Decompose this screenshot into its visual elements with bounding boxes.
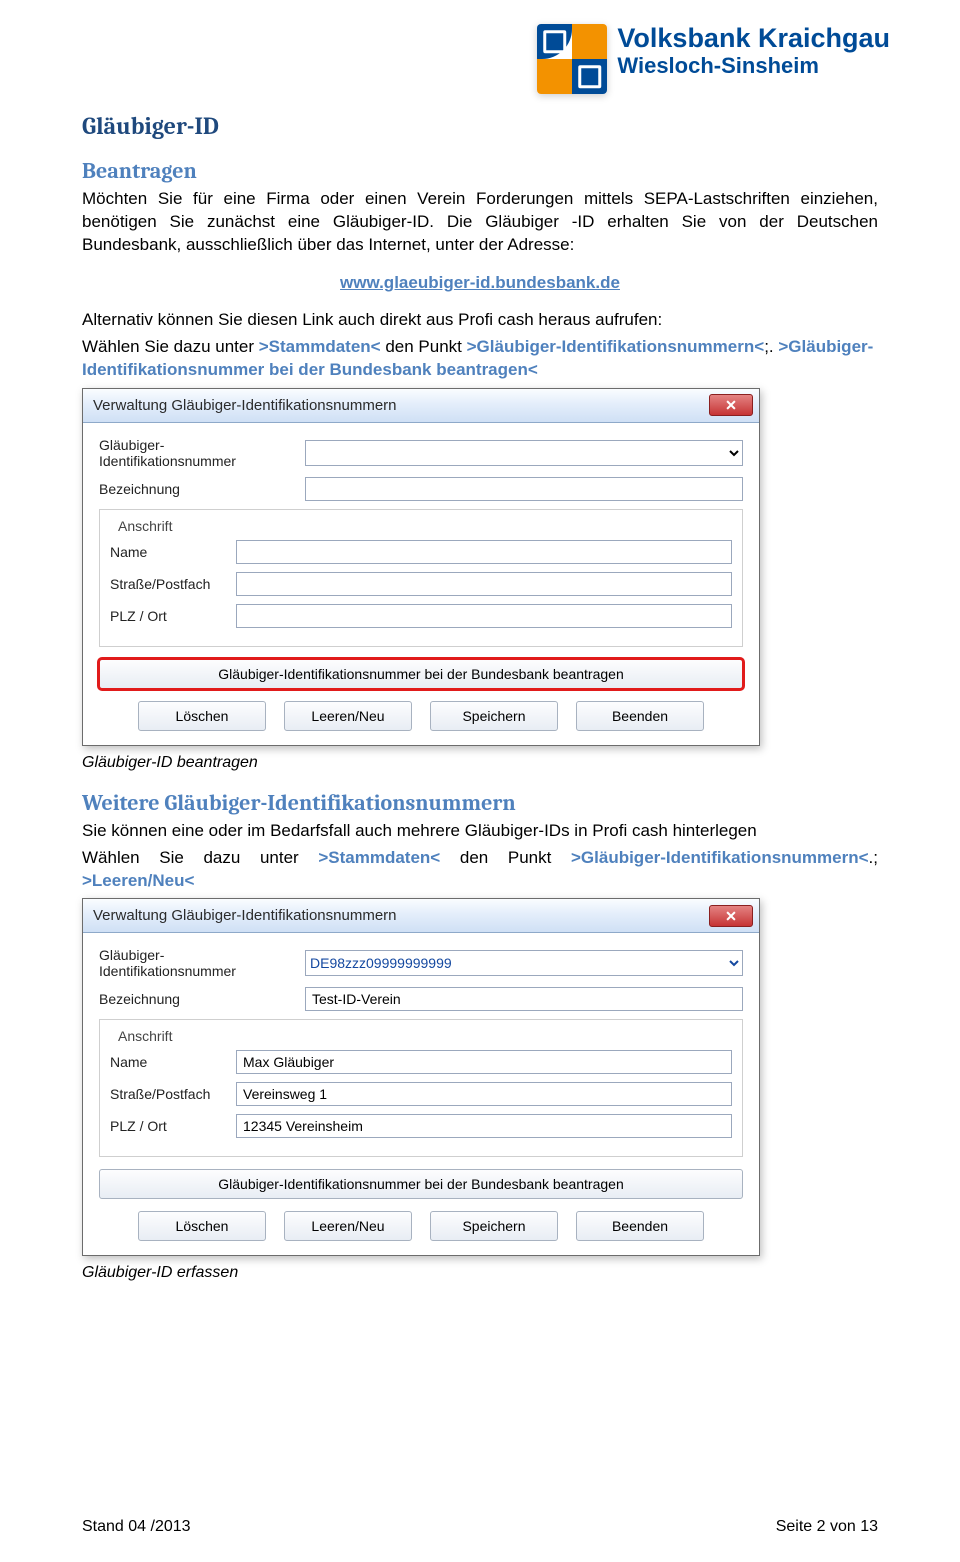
heading-weitere-ids: Weitere Gläubiger-Identifikationsnummern	[82, 790, 878, 816]
para-more: Sie können eine oder im Bedarfsfall auch…	[82, 820, 878, 843]
para-alt: Alternativ können Sie diesen Link auch d…	[82, 309, 878, 332]
leeren-neu-button[interactable]: Leeren/Neu	[284, 1211, 412, 1241]
label-bezeichnung: Bezeichnung	[99, 481, 299, 497]
caption-dialog-2: Gläubiger-ID erfassen	[82, 1264, 878, 1282]
bezeichnung-field[interactable]	[305, 477, 743, 501]
close-icon[interactable]	[709, 394, 753, 416]
heading-beantragen: Beantragen	[82, 158, 878, 184]
close-icon[interactable]	[709, 905, 753, 927]
fieldset-anschrift-legend: Anschrift	[114, 1028, 176, 1044]
strasse-field[interactable]	[236, 1082, 732, 1106]
bezeichnung-field[interactable]	[305, 987, 743, 1011]
label-bezeichnung: Bezeichnung	[99, 991, 299, 1007]
loeschen-button[interactable]: Löschen	[138, 701, 266, 731]
glaeubiger-id-combo[interactable]: DE98zzz09999999999	[305, 950, 743, 976]
label-glaeubiger-id: Gläubiger-Identifikationsnummer	[99, 437, 299, 469]
footer-right: Seite 2 von 13	[776, 1518, 878, 1536]
speichern-button[interactable]: Speichern	[430, 1211, 558, 1241]
para-nav-2: Wählen Sie dazu unter >Stammdaten< den P…	[82, 847, 878, 893]
para-apply: Möchten Sie für eine Firma oder einen Ve…	[82, 188, 878, 257]
speichern-button[interactable]: Speichern	[430, 701, 558, 731]
plzort-field[interactable]	[236, 1114, 732, 1138]
dialog-glaeubiger-id-1: Verwaltung Gläubiger-Identifikationsnumm…	[82, 388, 760, 746]
strasse-field[interactable]	[236, 572, 732, 596]
name-field[interactable]	[236, 1050, 732, 1074]
brand-line2: Wiesloch-Sinsheim	[617, 54, 890, 78]
label-strasse: Straße/Postfach	[110, 1086, 230, 1102]
beenden-button[interactable]: Beenden	[576, 701, 704, 731]
beenden-button[interactable]: Beenden	[576, 1211, 704, 1241]
label-name: Name	[110, 544, 230, 560]
bundesbank-link[interactable]: www.glaeubiger-id.bundesbank.de	[340, 273, 620, 292]
label-plzort: PLZ / Ort	[110, 608, 230, 624]
label-plzort: PLZ / Ort	[110, 1118, 230, 1134]
brand-line1: Volksbank Kraichgau	[617, 24, 890, 54]
fieldset-anschrift-legend: Anschrift	[114, 518, 176, 534]
brand-logo: Volksbank Kraichgau Wiesloch-Sinsheim	[537, 24, 890, 94]
label-name: Name	[110, 1054, 230, 1070]
caption-dialog-1: Gläubiger-ID beantragen	[82, 754, 878, 772]
loeschen-button[interactable]: Löschen	[138, 1211, 266, 1241]
dialog-title: Verwaltung Gläubiger-Identifikationsnumm…	[93, 907, 701, 924]
glaeubiger-id-combo[interactable]	[305, 440, 743, 466]
footer-left: Stand 04 /2013	[82, 1518, 191, 1536]
leeren-neu-button[interactable]: Leeren/Neu	[284, 701, 412, 731]
vr-logo-icon	[537, 24, 607, 94]
para-nav-1: Wählen Sie dazu unter >Stammdaten< den P…	[82, 336, 878, 382]
label-strasse: Straße/Postfach	[110, 576, 230, 592]
label-glaeubiger-id: Gläubiger-Identifikationsnummer	[99, 947, 299, 979]
bundesbank-beantragen-button[interactable]: Gläubiger-Identifikationsnummer bei der …	[99, 1169, 743, 1199]
heading-glaeubiger-id: Gläubiger-ID	[82, 112, 878, 140]
name-field[interactable]	[236, 540, 732, 564]
bundesbank-beantragen-button[interactable]: Gläubiger-Identifikationsnummer bei der …	[99, 659, 743, 689]
dialog-title: Verwaltung Gläubiger-Identifikationsnumm…	[93, 397, 701, 414]
plzort-field[interactable]	[236, 604, 732, 628]
dialog-glaeubiger-id-2: Verwaltung Gläubiger-Identifikationsnumm…	[82, 898, 760, 1256]
